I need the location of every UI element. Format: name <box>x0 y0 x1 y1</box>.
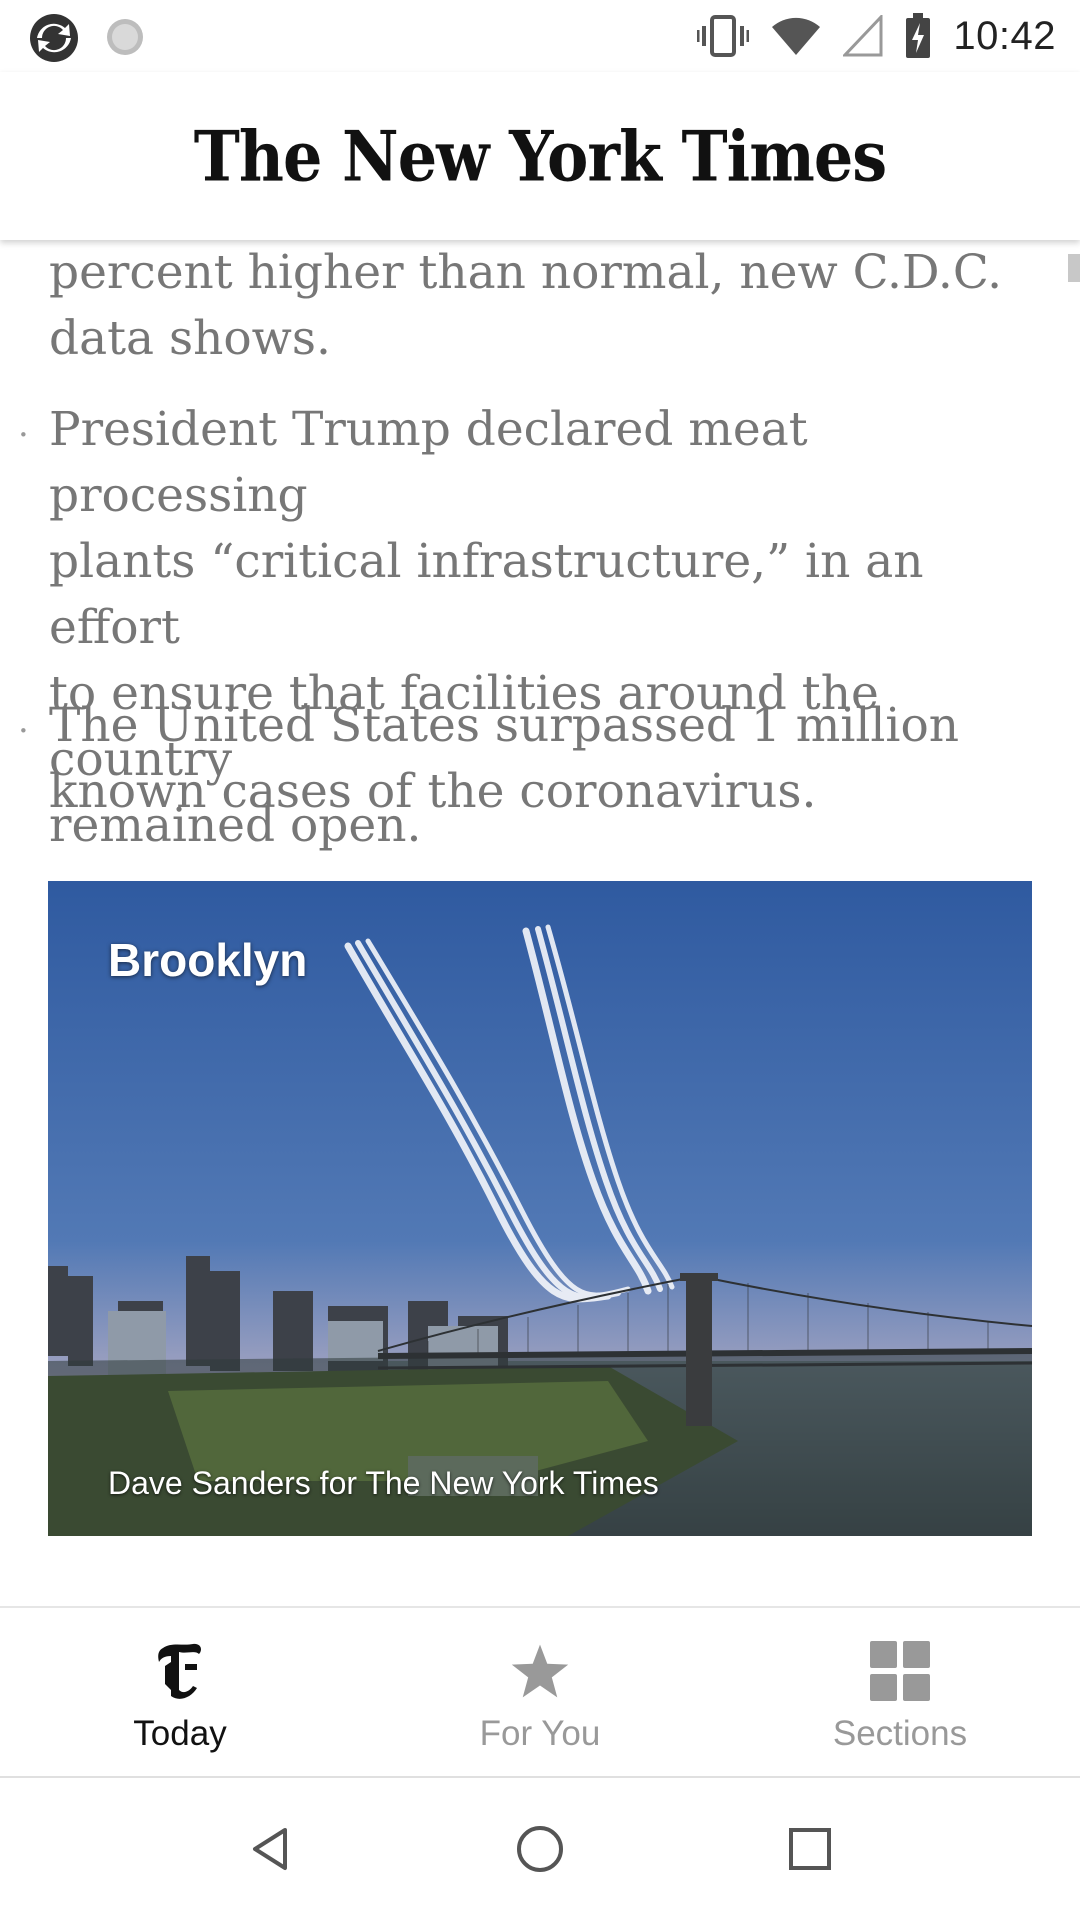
photo-location-label: Brooklyn <box>108 934 308 986</box>
bullet-line: President Trump declared meat processing <box>49 402 808 523</box>
article-content[interactable]: percent higher than normal, new C.D.C. d… <box>0 240 1080 1606</box>
status-bar: 10:42 <box>0 0 1080 72</box>
article-photo[interactable]: Brooklyn Dave Sanders for The New York T… <box>48 881 1032 1536</box>
bullet-dot: · <box>18 711 29 751</box>
app-header: The New York Times <box>0 72 1080 240</box>
recents-icon[interactable] <box>775 1814 845 1884</box>
home-icon[interactable] <box>505 1814 575 1884</box>
back-icon[interactable] <box>235 1814 305 1884</box>
masthead-logo[interactable]: The New York Times <box>194 115 887 197</box>
loading-icon <box>107 19 143 55</box>
bottom-tab-bar: Today For You Sections <box>0 1606 1080 1778</box>
vibrate-icon <box>697 15 750 57</box>
bullet-line: percent higher than normal, new C.D.C. <box>49 245 1003 300</box>
wifi-icon <box>772 17 821 55</box>
battery-charging-icon <box>906 13 931 58</box>
bullet-line: known cases of the coronavirus. <box>49 764 817 819</box>
bullet-line: The United States surpassed 1 million <box>49 698 960 753</box>
grid-icon <box>870 1638 930 1704</box>
tab-sections[interactable]: Sections <box>720 1608 1080 1778</box>
status-time: 10:42 <box>953 13 1056 58</box>
tab-label: Sections <box>832 1714 968 1753</box>
bullet-line: plants “critical infrastructure,” in an … <box>49 534 924 655</box>
tab-for-you[interactable]: For You <box>360 1608 720 1778</box>
nyt-t-logo-icon <box>150 1638 210 1704</box>
photo-credit: Dave Sanders for The New York Times <box>108 1465 659 1501</box>
cell-signal-icon <box>843 15 883 57</box>
tab-label: Today <box>133 1714 227 1753</box>
bullet-dot: · <box>18 415 29 455</box>
system-nav-bar <box>0 1776 1080 1922</box>
bullet-line: data shows. <box>49 311 331 366</box>
star-icon <box>510 1638 570 1704</box>
tab-today[interactable]: Today <box>0 1608 360 1778</box>
tab-label: For You <box>479 1714 601 1753</box>
app-sync-icon <box>30 14 78 62</box>
scrollbar[interactable] <box>1068 254 1080 282</box>
